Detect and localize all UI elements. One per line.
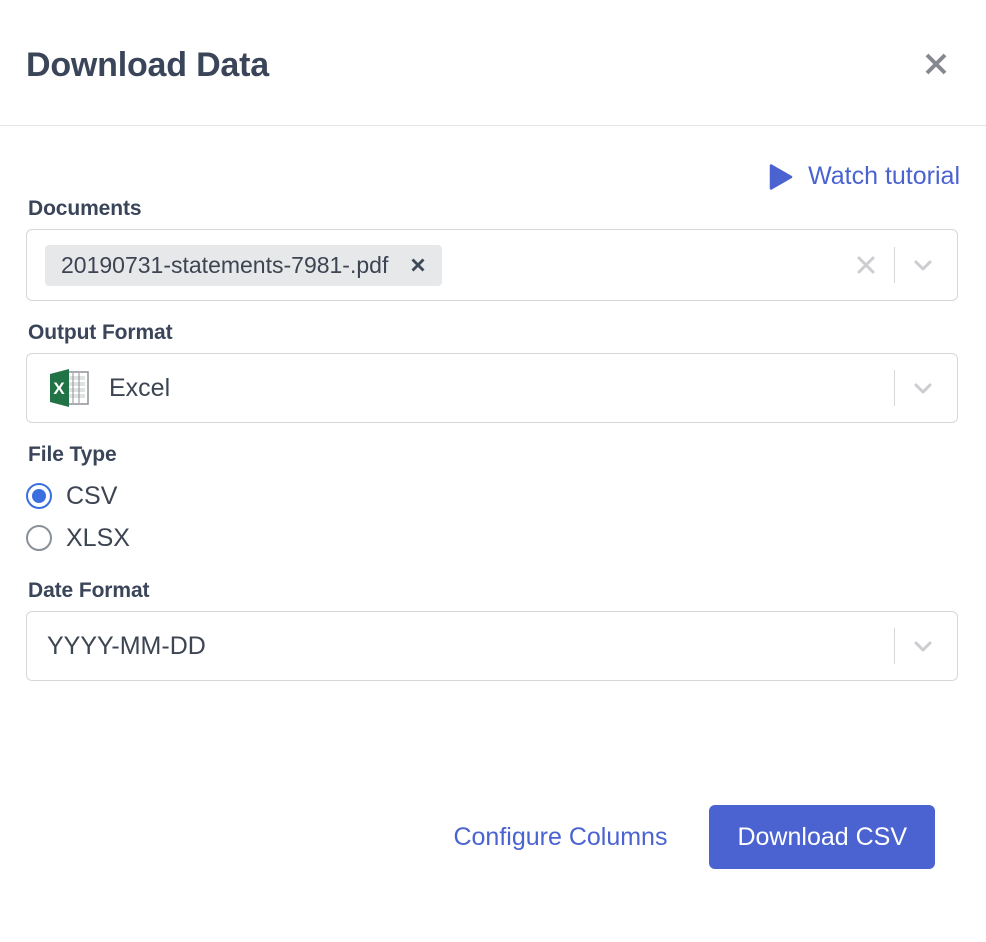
tutorial-row: Watch tutorial xyxy=(26,126,960,197)
watch-tutorial-label: Watch tutorial xyxy=(808,162,960,191)
output-format-indicators xyxy=(888,354,945,422)
date-format-select[interactable]: YYYY-MM-DD xyxy=(26,611,958,681)
download-csv-button[interactable]: Download CSV xyxy=(709,805,935,869)
output-format-select[interactable]: X Excel xyxy=(26,353,958,423)
output-format-value-label: Excel xyxy=(109,374,170,403)
configure-columns-button[interactable]: Configure Columns xyxy=(453,823,667,852)
output-format-label: Output Format xyxy=(28,321,960,345)
radio-icon-unselected xyxy=(26,525,52,551)
play-icon xyxy=(768,163,794,191)
document-chip-label: 20190731-statements-7981-.pdf xyxy=(61,252,388,279)
chevron-down-icon[interactable] xyxy=(901,243,945,287)
documents-select[interactable]: 20190731-statements-7981-.pdf xyxy=(26,229,958,301)
date-format-label: Date Format xyxy=(28,579,960,603)
documents-label: Documents xyxy=(28,197,960,221)
radio-option-csv[interactable]: CSV xyxy=(26,475,960,517)
radio-option-xlsx[interactable]: XLSX xyxy=(26,517,960,559)
radio-dot xyxy=(32,489,46,503)
documents-field: Documents 20190731-statements-7981-.pdf xyxy=(26,197,960,301)
indicator-separator xyxy=(894,628,895,664)
chevron-down-icon[interactable] xyxy=(901,624,945,668)
watch-tutorial-link[interactable]: Watch tutorial xyxy=(768,162,960,191)
date-format-field: Date Format YYYY-MM-DD xyxy=(26,579,960,681)
excel-icon: X xyxy=(47,367,91,409)
documents-indicators xyxy=(844,243,945,287)
file-type-field: File Type CSV XLSX xyxy=(26,443,960,559)
output-format-field: Output Format xyxy=(26,321,960,423)
page-title: Download Data xyxy=(26,48,269,82)
svg-text:X: X xyxy=(53,379,65,398)
dialog-body: Watch tutorial Documents 20190731-statem… xyxy=(0,126,986,681)
dialog-footer: Configure Columns Download CSV xyxy=(0,805,986,869)
clear-icon[interactable] xyxy=(844,243,888,287)
date-format-indicators xyxy=(888,612,945,680)
dialog-header: Download Data xyxy=(0,0,986,126)
download-data-dialog: Download Data Watch tutorial Documents xyxy=(0,0,986,942)
radio-icon-selected xyxy=(26,483,52,509)
chip-close-icon[interactable] xyxy=(408,255,428,275)
file-type-label: File Type xyxy=(28,443,960,467)
document-chip[interactable]: 20190731-statements-7981-.pdf xyxy=(45,245,442,286)
indicator-separator xyxy=(894,247,895,283)
date-format-value: YYYY-MM-DD xyxy=(47,632,206,661)
chevron-down-icon[interactable] xyxy=(901,366,945,410)
file-type-radio-group: CSV XLSX xyxy=(26,475,960,559)
date-format-value-label: YYYY-MM-DD xyxy=(47,632,206,661)
close-icon[interactable] xyxy=(916,44,956,84)
output-format-value: X Excel xyxy=(47,367,170,409)
radio-label-xlsx: XLSX xyxy=(66,524,130,553)
indicator-separator xyxy=(894,370,895,406)
radio-label-csv: CSV xyxy=(66,482,117,511)
